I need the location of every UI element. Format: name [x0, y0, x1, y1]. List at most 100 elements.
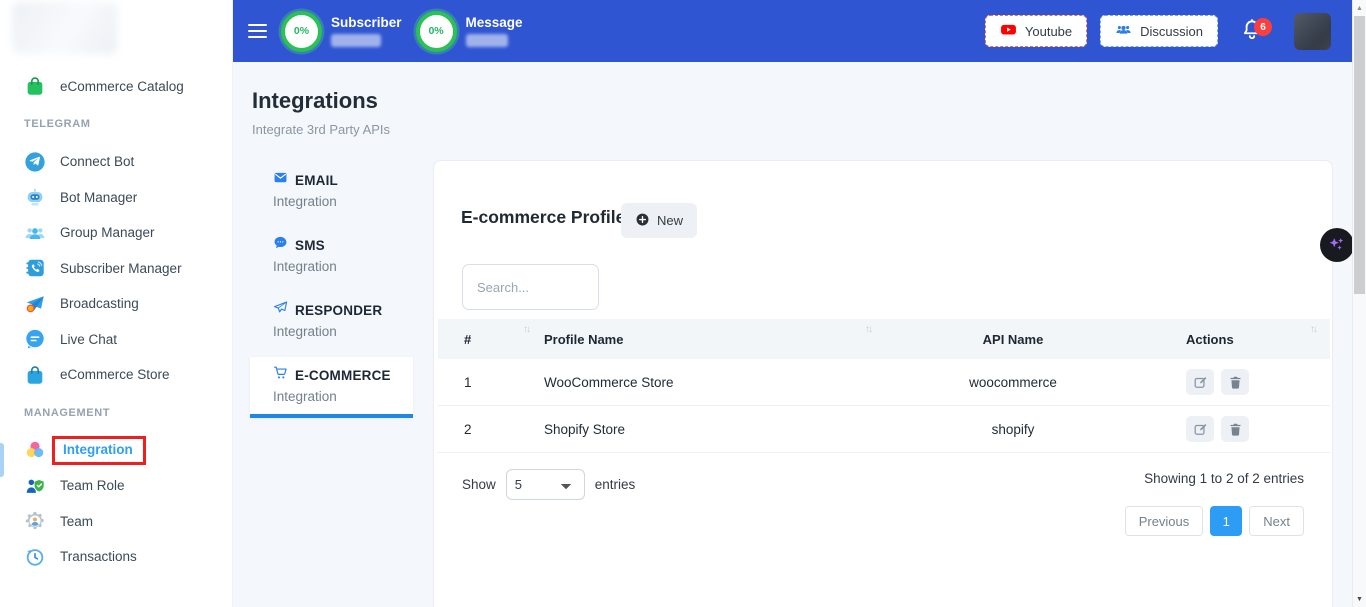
- sidebar-item-label: Live Chat: [60, 332, 117, 347]
- green-bag-icon: [24, 75, 46, 97]
- youtube-icon: [1000, 21, 1017, 41]
- pagination: Previous 1 Next: [1125, 506, 1304, 536]
- panel-title: E-commerce Profile: [461, 207, 625, 228]
- row-profile-name: Shopify Store: [518, 422, 878, 437]
- sort-icon[interactable]: ↑↓: [1310, 324, 1316, 335]
- delete-button[interactable]: [1221, 416, 1249, 442]
- table-row: 1 WooCommerce Store woocommerce: [438, 359, 1330, 406]
- current-page-button[interactable]: 1: [1210, 506, 1242, 536]
- new-button[interactable]: New: [621, 203, 697, 238]
- row-api-name: shopify: [878, 422, 1148, 437]
- subnav-subtitle: Integration: [273, 194, 413, 209]
- next-page-button[interactable]: Next: [1249, 506, 1304, 536]
- sidebar-item-team[interactable]: Team: [0, 504, 232, 540]
- ecommerce-profile-card: E-commerce Profile New # Profile Name AP…: [433, 160, 1333, 607]
- sidebar: eCommerce Catalog TELEGRAM Connect Bot B…: [0, 0, 233, 607]
- show-label: Show: [462, 477, 496, 492]
- trash-icon: [1228, 422, 1243, 437]
- sidebar-item-team-role[interactable]: Team Role: [0, 468, 232, 504]
- subnav-item-email[interactable]: EMAIL Integration: [250, 162, 413, 219]
- scrollbar-up-arrow[interactable]: ▲: [1353, 1, 1366, 15]
- sidebar-item-label: Connect Bot: [60, 154, 134, 169]
- sidebar-item-subscriber-manager[interactable]: Subscriber Manager: [0, 251, 232, 287]
- column-header-actions[interactable]: Actions: [1148, 332, 1330, 347]
- main-content: Integrations Integrate 3rd Party APIs EM…: [233, 62, 1352, 607]
- people-group-icon: [24, 222, 46, 244]
- sidebar-item-ecommerce-catalog[interactable]: eCommerce Catalog: [0, 68, 232, 104]
- message-stat: 0% Message: [416, 11, 523, 52]
- youtube-button[interactable]: Youtube: [985, 15, 1087, 47]
- column-header-profile-name[interactable]: Profile Name: [518, 332, 878, 347]
- blue-bag-icon: [24, 364, 46, 386]
- profiles-table: # Profile Name API Name Actions ↑↓ ↑↓ ↑↓…: [438, 319, 1330, 453]
- message-progress-ring: 0%: [416, 11, 457, 52]
- chat-bubble-icon: [24, 328, 46, 350]
- row-api-name: woocommerce: [878, 375, 1148, 390]
- column-header-index[interactable]: #: [438, 332, 518, 347]
- sidebar-section-management: MANAGEMENT: [24, 407, 232, 419]
- subscriber-stat: 0% Subscriber: [281, 11, 402, 52]
- sidebar-item-label: Transactions: [60, 549, 137, 564]
- edit-icon: [1193, 422, 1208, 437]
- edit-button[interactable]: [1186, 369, 1214, 395]
- table-row: 2 Shopify Store shopify: [438, 406, 1330, 453]
- edit-button[interactable]: [1186, 416, 1214, 442]
- annotation-highlight-box: Integration: [52, 436, 146, 465]
- vertical-scrollbar[interactable]: ▲ ▼: [1352, 0, 1366, 607]
- message-stat-value-blurred: [466, 34, 508, 47]
- users-icon: [1115, 21, 1132, 41]
- row-profile-name: WooCommerce Store: [518, 375, 878, 390]
- sparkles-icon: [1326, 234, 1348, 256]
- entries-label: entries: [595, 477, 636, 492]
- sidebar-item-label: eCommerce Store: [60, 367, 170, 382]
- person-shield-icon: [24, 475, 46, 497]
- sidebar-item-integration[interactable]: Integration: [0, 433, 232, 469]
- subnav-item-sms[interactable]: SMS Integration: [250, 227, 413, 284]
- robot-icon: [24, 186, 46, 208]
- contact-book-icon: [24, 257, 46, 279]
- subnav-title: RESPONDER: [295, 303, 382, 318]
- topbar: 0% Subscriber 0% Message Youtube Discuss…: [233, 0, 1352, 62]
- sms-icon: [273, 235, 288, 255]
- sidebar-item-group-manager[interactable]: Group Manager: [0, 215, 232, 251]
- paper-plane-badge-icon: [24, 293, 46, 315]
- sidebar-item-ecommerce-store[interactable]: eCommerce Store: [0, 357, 232, 393]
- sidebar-item-label: Subscriber Manager: [60, 261, 182, 276]
- clock-history-icon: [24, 546, 46, 568]
- cart-icon: [273, 365, 288, 385]
- sidebar-item-transactions[interactable]: Transactions: [0, 539, 232, 575]
- previous-page-button[interactable]: Previous: [1125, 506, 1204, 536]
- sidebar-item-bot-manager[interactable]: Bot Manager: [0, 180, 232, 216]
- subnav-item-responder[interactable]: RESPONDER Integration: [250, 292, 413, 349]
- sort-icon[interactable]: ↑↓: [865, 324, 871, 335]
- hamburger-menu-icon[interactable]: [248, 24, 267, 38]
- subnav-subtitle: Integration: [273, 389, 413, 404]
- edit-icon: [1193, 375, 1208, 390]
- ai-assistant-button[interactable]: [1320, 228, 1354, 262]
- scrollbar-down-arrow[interactable]: ▼: [1353, 592, 1366, 606]
- avatar-blurred-image: [1294, 13, 1331, 50]
- sidebar-item-label: Broadcasting: [60, 296, 139, 311]
- search-input[interactable]: [462, 264, 599, 310]
- subscriber-stat-label: Subscriber: [331, 15, 402, 31]
- subnav-subtitle: Integration: [273, 259, 413, 274]
- sidebar-item-label: Team: [60, 514, 93, 529]
- scrollbar-thumb[interactable]: [1354, 16, 1365, 294]
- sort-icon[interactable]: ↑↓: [523, 324, 529, 335]
- subnav-title: SMS: [295, 238, 325, 253]
- notification-bell-icon[interactable]: 6: [1236, 14, 1268, 48]
- sidebar-item-broadcasting[interactable]: Broadcasting: [0, 286, 232, 322]
- sidebar-section-telegram: TELEGRAM: [24, 118, 232, 130]
- subnav-item-ecommerce[interactable]: E-COMMERCE Integration: [250, 357, 413, 418]
- user-avatar[interactable]: [1294, 13, 1331, 50]
- column-header-api-name[interactable]: API Name: [878, 332, 1148, 347]
- delete-button[interactable]: [1221, 369, 1249, 395]
- integration-subnav: EMAIL Integration SMS Integration RESPON…: [250, 162, 413, 426]
- sidebar-item-live-chat[interactable]: Live Chat: [0, 322, 232, 358]
- page-size-select[interactable]: 5: [506, 469, 585, 500]
- email-icon: [273, 170, 288, 190]
- page-title: Integrations: [252, 88, 378, 114]
- new-button-label: New: [657, 213, 683, 228]
- discussion-button[interactable]: Discussion: [1100, 15, 1218, 47]
- sidebar-item-connect-bot[interactable]: Connect Bot: [0, 144, 232, 180]
